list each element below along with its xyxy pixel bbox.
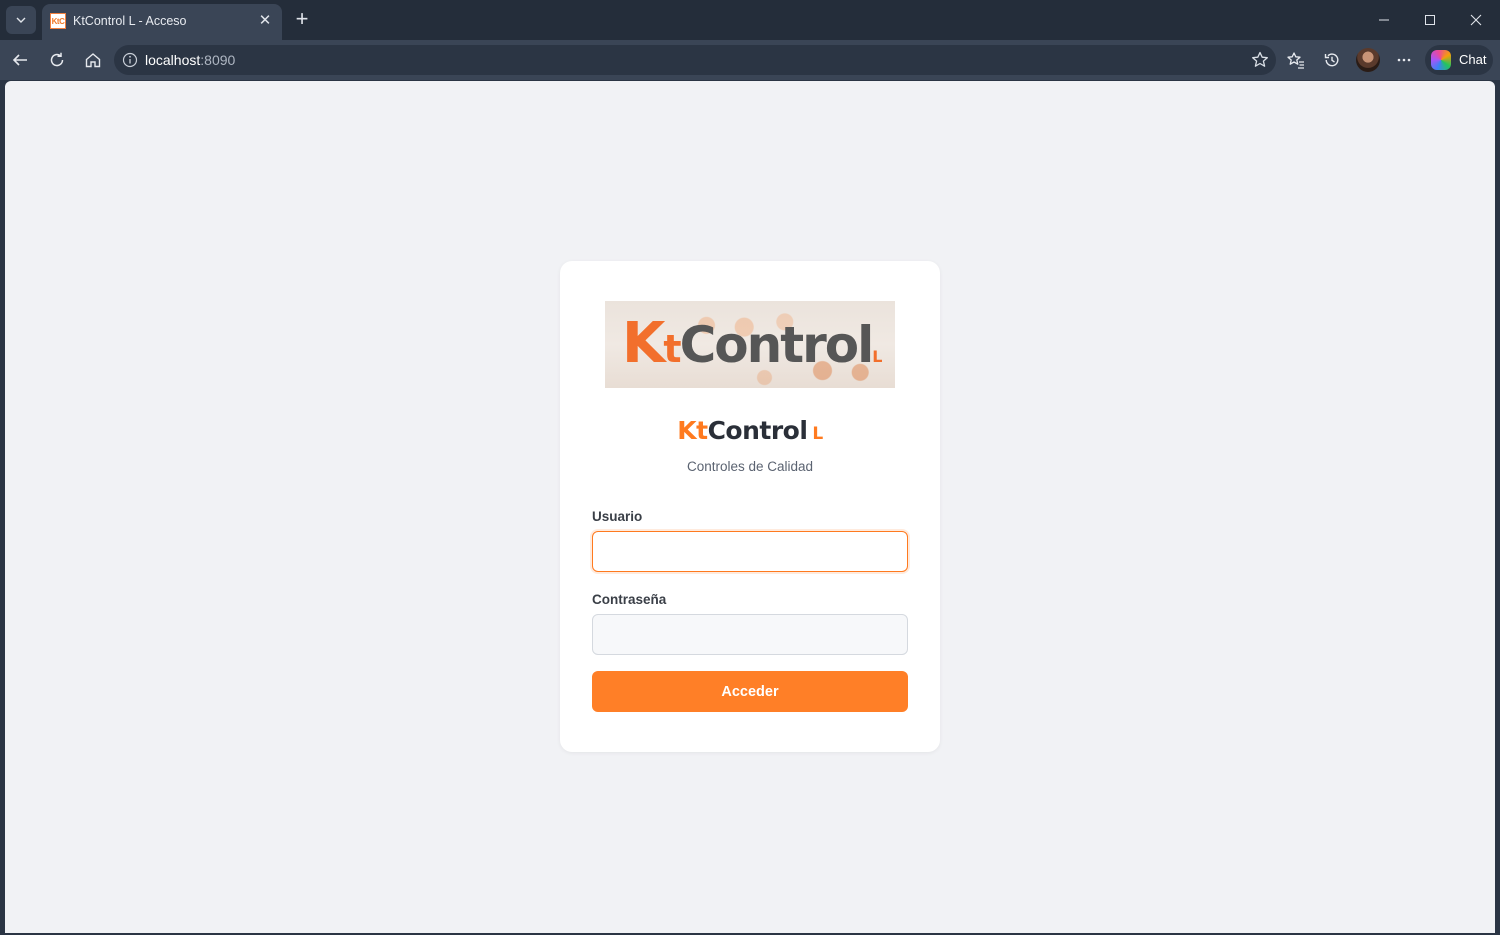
favorites-list-icon xyxy=(1287,52,1304,69)
profile-avatar[interactable] xyxy=(1356,48,1380,72)
ellipsis-icon xyxy=(1397,58,1411,62)
brand-control: Control xyxy=(707,416,808,445)
close-icon xyxy=(1470,14,1482,26)
banner-logo-t: t xyxy=(663,327,681,371)
username-input[interactable] xyxy=(592,531,908,572)
banner-logo-k: K xyxy=(622,311,665,376)
refresh-icon xyxy=(50,52,64,67)
home-icon xyxy=(85,53,101,68)
favorites-button[interactable] xyxy=(1282,46,1310,74)
copilot-logo-icon xyxy=(1431,50,1451,70)
copilot-chat-button[interactable]: Chat xyxy=(1425,45,1493,75)
browser-tab-active[interactable]: KtC KtControl L - Acceso ✕ xyxy=(42,4,282,40)
window-minimize-button[interactable] xyxy=(1364,6,1404,34)
login-card: KtControlL KtControl L Controles de Calid… xyxy=(560,261,940,752)
tab-title: KtControl L - Acceso xyxy=(73,14,187,28)
chevron-down-icon xyxy=(16,17,26,23)
favorite-star-icon[interactable] xyxy=(1250,50,1270,70)
url-port: :8090 xyxy=(200,52,236,68)
browser-title-bar: KtC KtControl L - Acceso ✕ + xyxy=(0,0,1500,40)
url-text: localhost:8090 xyxy=(145,52,235,68)
site-info-icon[interactable] xyxy=(122,52,138,68)
arrow-left-icon xyxy=(12,54,27,66)
banner-logo-text: KtControlL xyxy=(622,311,882,388)
chat-label: Chat xyxy=(1459,52,1487,67)
app-subtitle: Controles de Calidad xyxy=(686,459,814,474)
tab-list-button[interactable] xyxy=(6,6,36,34)
password-label: Contraseña xyxy=(592,592,667,607)
login-submit-button[interactable]: Acceder xyxy=(592,671,908,712)
site-favicon-icon: KtC xyxy=(50,13,66,29)
minimize-icon xyxy=(1379,19,1389,21)
app-brand-title: KtControl L xyxy=(560,416,940,445)
history-icon xyxy=(1324,53,1339,67)
reload-button[interactable] xyxy=(43,46,71,74)
back-button[interactable] xyxy=(6,46,34,74)
new-tab-plus-icon[interactable]: + xyxy=(288,6,316,34)
maximize-icon xyxy=(1425,15,1435,25)
password-input[interactable] xyxy=(592,614,908,655)
window-close-button[interactable] xyxy=(1456,6,1496,34)
home-button[interactable] xyxy=(79,46,107,74)
close-tab-icon[interactable]: ✕ xyxy=(256,12,274,30)
browser-toolbar: localhost:8090 xyxy=(0,40,1500,80)
username-label: Usuario xyxy=(592,509,643,524)
page-viewport: KtControlL KtControl L Controles de Calid… xyxy=(5,81,1495,933)
brand-suffix: L xyxy=(812,424,823,444)
banner-logo-control: Control xyxy=(679,316,875,374)
ktcontrol-banner-logo: KtControlL xyxy=(605,301,895,388)
history-button[interactable] xyxy=(1318,46,1346,74)
address-bar[interactable]: localhost:8090 xyxy=(114,45,1276,75)
more-options-button[interactable] xyxy=(1390,46,1418,74)
banner-logo-l: L xyxy=(872,347,883,366)
window-maximize-button[interactable] xyxy=(1410,6,1450,34)
brand-kt: Kt xyxy=(677,416,708,445)
url-host: localhost xyxy=(145,52,201,68)
